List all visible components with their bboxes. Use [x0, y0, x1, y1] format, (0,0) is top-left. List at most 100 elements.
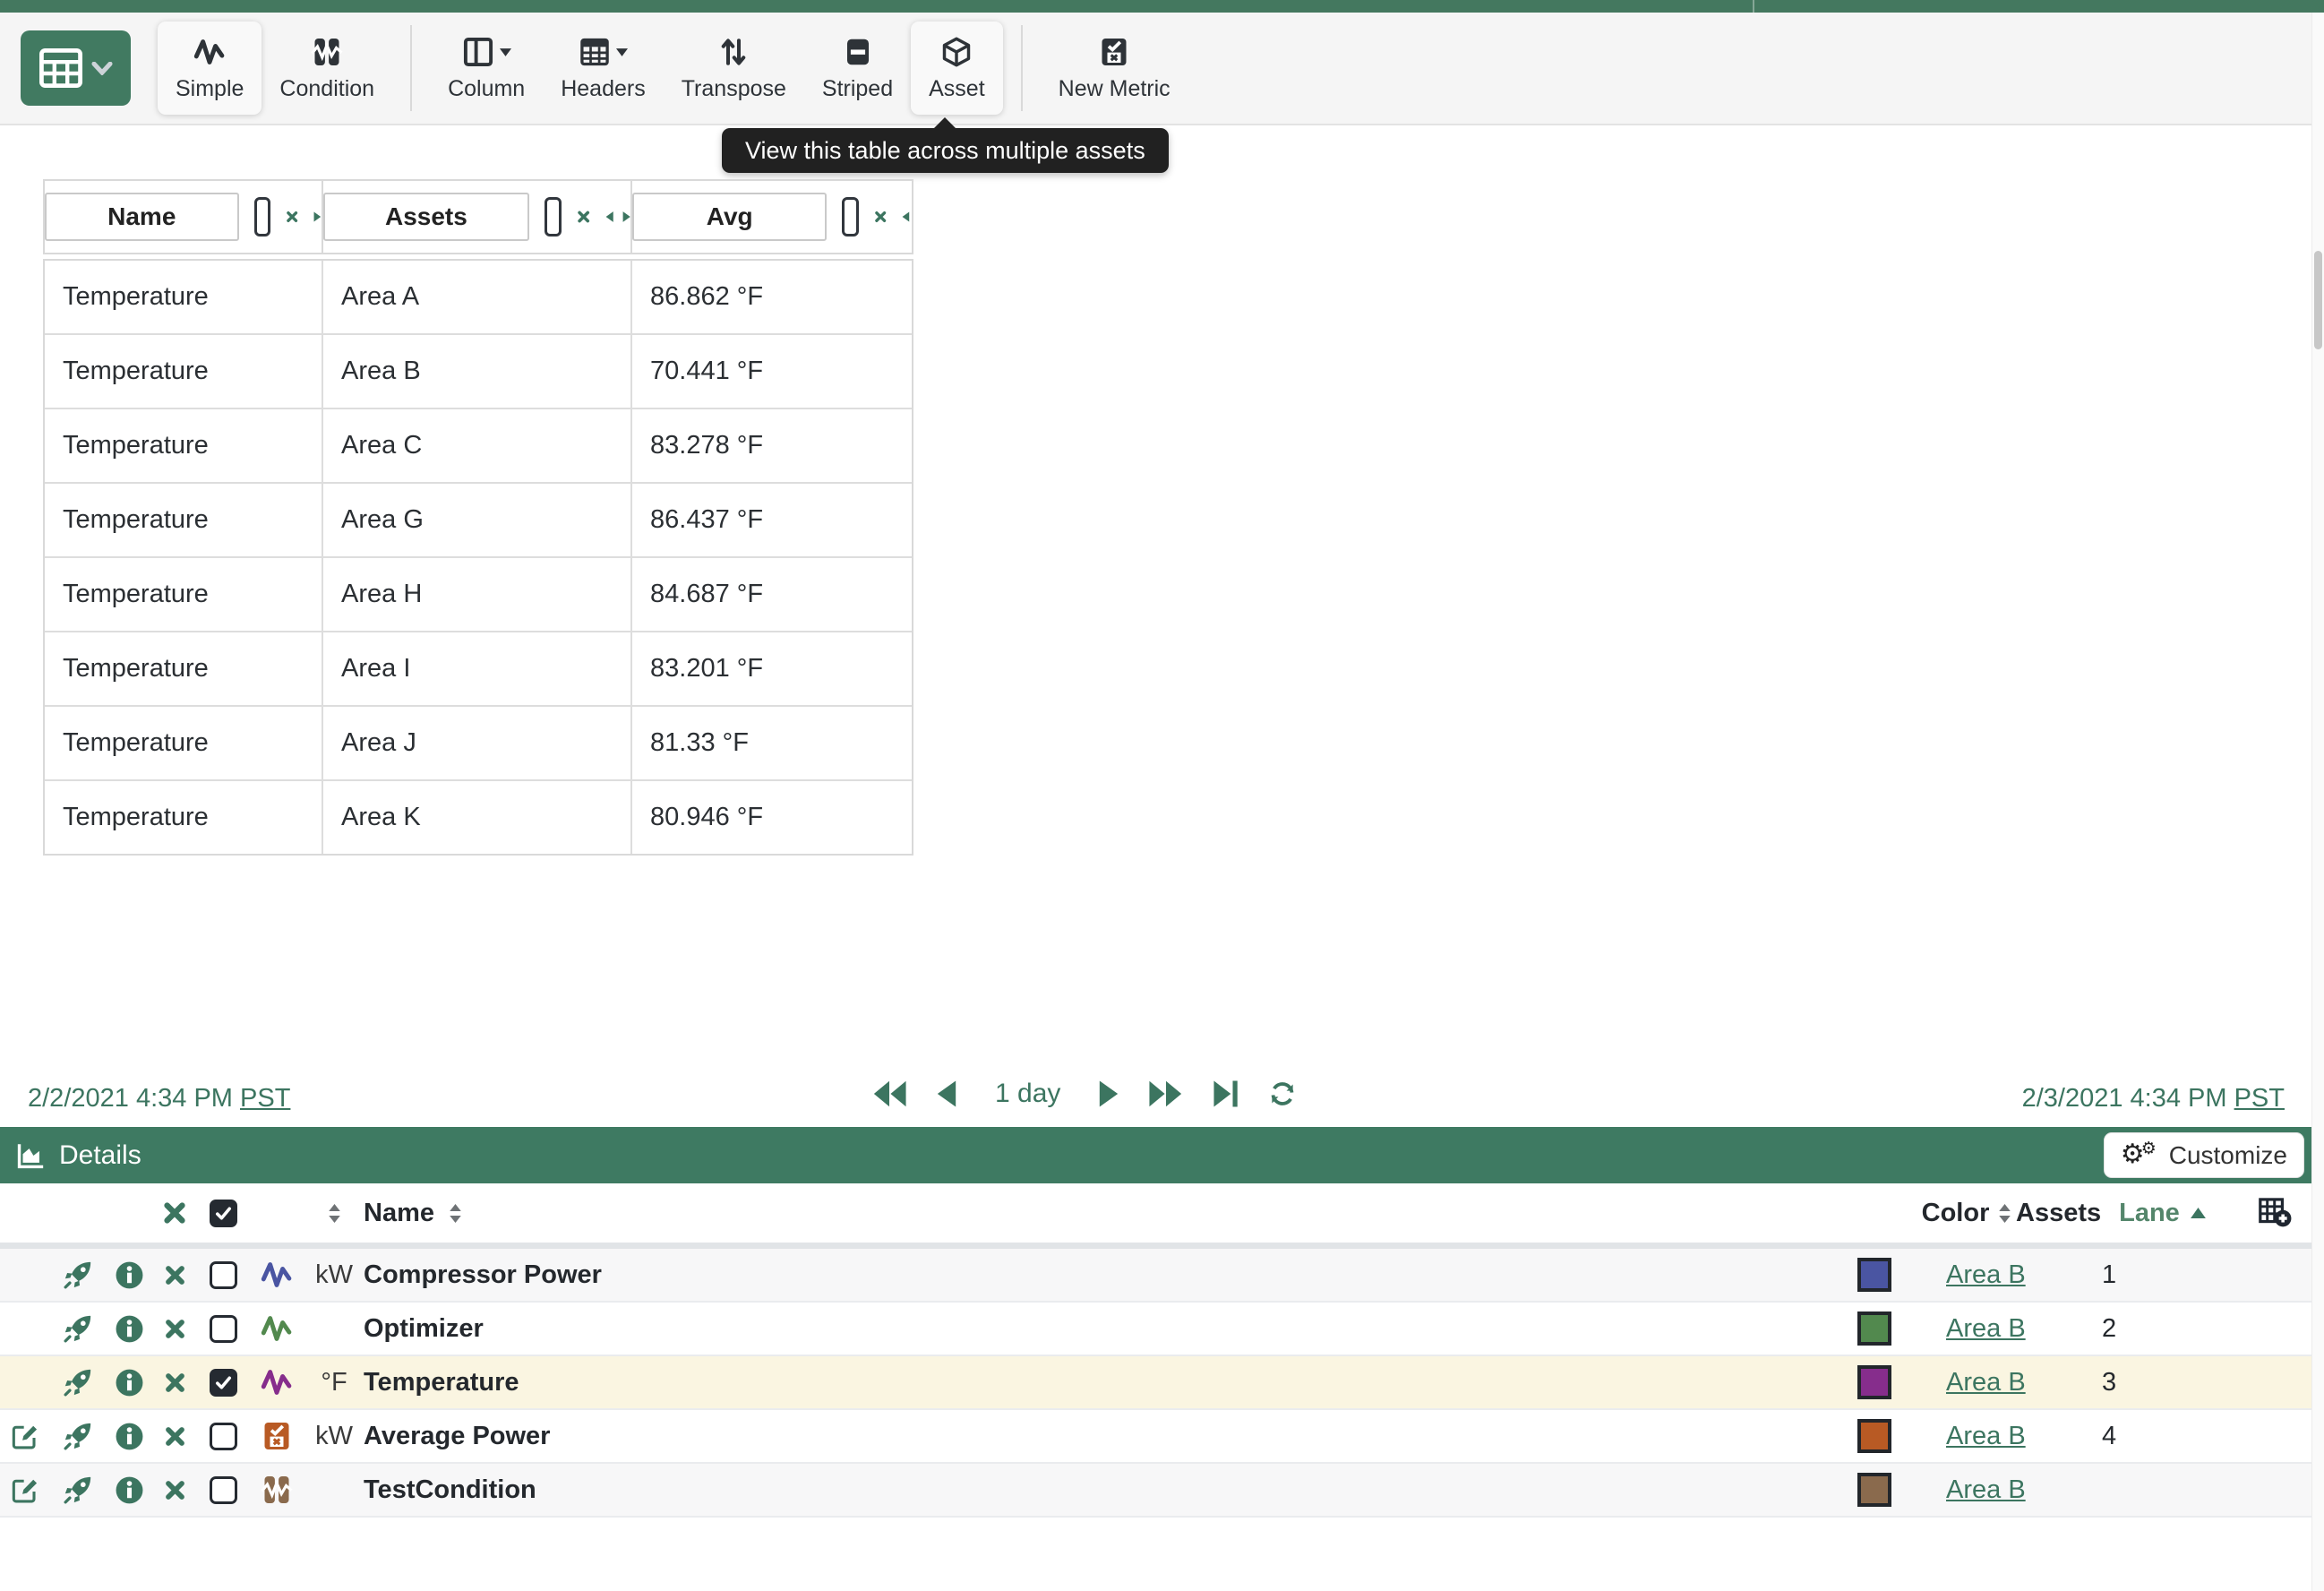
row-checkbox[interactable]	[210, 1423, 237, 1450]
chevron-down-icon	[91, 62, 113, 75]
toolbar-button-label: New Metric	[1059, 76, 1171, 102]
display-range-end: 2/3/2021 4:34 PM PST	[2022, 1084, 2285, 1114]
toolbar-button-striped[interactable]: Striped	[804, 22, 911, 115]
toolbar-button-headers[interactable]: Headers	[543, 22, 664, 115]
cell-name: Temperature	[45, 261, 323, 333]
row-checkbox[interactable]	[210, 1261, 237, 1289]
asset-button-tooltip: View this table across multiple assets	[722, 128, 1169, 173]
step-forward-full-button[interactable]	[1148, 1079, 1184, 1108]
asset-link[interactable]: Area B	[1946, 1260, 2026, 1290]
step-back-full-button[interactable]	[871, 1079, 907, 1108]
info-icon[interactable]	[116, 1315, 143, 1343]
asset-link[interactable]: Area B	[1946, 1475, 2026, 1505]
info-icon[interactable]	[116, 1423, 143, 1450]
move-column-right-icon[interactable]	[622, 206, 630, 228]
toolbar-button-new-metric[interactable]: New Metric	[1041, 22, 1188, 115]
scrollbar-thumb[interactable]	[2314, 251, 2322, 349]
new-metric-icon	[1098, 36, 1130, 68]
check-icon	[214, 1204, 233, 1223]
asset-cube-icon	[940, 36, 973, 68]
row-checkbox[interactable]	[210, 1369, 237, 1397]
remove-item-icon[interactable]	[164, 1318, 186, 1340]
step-back-half-button[interactable]	[936, 1079, 957, 1108]
color-swatch[interactable]	[1857, 1312, 1891, 1346]
toolbar-button-asset[interactable]: Asset	[911, 22, 1003, 115]
toolbar-button-transpose[interactable]: Transpose	[664, 22, 804, 115]
sort-icon[interactable]	[449, 1203, 462, 1224]
details-row-optimizer: Optimizer Area B 2	[0, 1303, 2311, 1356]
cell-assets: Area B	[323, 335, 632, 408]
asset-link[interactable]: Area B	[1946, 1422, 2026, 1451]
auto-update-button[interactable]	[1267, 1079, 1298, 1109]
toolbar-button-condition[interactable]: Condition	[262, 22, 392, 115]
lane-value: 4	[2097, 1422, 2222, 1451]
row-checkbox[interactable]	[210, 1315, 237, 1343]
select-all-checkbox[interactable]	[210, 1200, 237, 1227]
table-view-menu-button[interactable]	[21, 30, 131, 106]
scrollbar-track[interactable]	[2311, 13, 2324, 1591]
add-column-icon[interactable]	[2258, 1196, 2292, 1228]
timezone-link[interactable]: PST	[240, 1084, 290, 1113]
toolbar-button-label: Condition	[279, 76, 374, 102]
step-forward-half-button[interactable]	[1098, 1079, 1119, 1108]
edit-icon[interactable]	[11, 1422, 39, 1450]
move-column-left-icon[interactable]	[605, 206, 613, 228]
toolbar-button-simple[interactable]: Simple	[158, 22, 262, 115]
remove-item-icon[interactable]	[164, 1372, 186, 1394]
info-icon[interactable]	[116, 1261, 143, 1289]
timezone-link[interactable]: PST	[2234, 1084, 2285, 1113]
column-checkbox[interactable]	[545, 197, 562, 236]
cell-assets: Area J	[323, 707, 632, 779]
column-checkbox[interactable]	[842, 197, 858, 236]
color-swatch[interactable]	[1857, 1473, 1891, 1507]
rocket-icon[interactable]	[63, 1260, 93, 1290]
remove-column-icon[interactable]	[874, 204, 887, 229]
table-row: Temperature Area C 83.278 °F	[45, 409, 912, 484]
edit-icon[interactable]	[11, 1475, 39, 1504]
rocket-icon[interactable]	[63, 1367, 93, 1398]
customize-button[interactable]: ⚙⚙ Customize	[2104, 1132, 2304, 1178]
move-column-left-icon[interactable]	[902, 206, 910, 228]
cell-avg: 84.687 °F	[632, 558, 910, 631]
header-lane-sort[interactable]: Lane	[2119, 1199, 2206, 1228]
asset-link[interactable]: Area B	[1946, 1368, 2026, 1398]
row-checkbox[interactable]	[210, 1476, 237, 1504]
remove-column-icon[interactable]	[286, 204, 298, 229]
step-to-now-button[interactable]	[1213, 1079, 1239, 1108]
refresh-icon	[1267, 1079, 1298, 1109]
color-swatch[interactable]	[1857, 1419, 1891, 1453]
remove-column-icon[interactable]	[577, 204, 590, 229]
arrow-to-end-icon	[1213, 1079, 1239, 1108]
color-swatch[interactable]	[1857, 1365, 1891, 1399]
remove-all-icon[interactable]	[162, 1200, 187, 1226]
toolbar-button-column[interactable]: Column	[430, 22, 543, 115]
cell-assets: Area K	[323, 781, 632, 854]
remove-item-icon[interactable]	[164, 1425, 186, 1448]
info-icon[interactable]	[116, 1369, 143, 1397]
column-checkbox[interactable]	[254, 197, 270, 236]
remove-item-icon[interactable]	[164, 1479, 186, 1501]
duration-label[interactable]: 1 day	[995, 1079, 1060, 1109]
signal-icon	[261, 1366, 293, 1398]
rocket-icon[interactable]	[63, 1475, 93, 1505]
details-panel-header: Details ⚙⚙ Customize	[0, 1127, 2311, 1183]
move-column-right-icon[interactable]	[313, 206, 322, 228]
condition-icon	[311, 36, 343, 68]
column-name-input[interactable]	[323, 193, 529, 241]
asset-link[interactable]: Area B	[1946, 1314, 2026, 1344]
info-icon[interactable]	[116, 1476, 143, 1504]
details-title: Details	[0, 1140, 141, 1171]
column-name-input[interactable]	[632, 193, 827, 241]
details-table-header: Name Color Assets Lane	[0, 1183, 2311, 1249]
rocket-icon[interactable]	[63, 1421, 93, 1451]
remove-item-icon[interactable]	[164, 1264, 186, 1286]
signal-icon	[261, 1259, 293, 1291]
table-row: Temperature Area I 83.201 °F	[45, 632, 912, 707]
toolbar-button-label: Headers	[561, 76, 646, 102]
sort-icon[interactable]	[1998, 1203, 2011, 1224]
rocket-icon[interactable]	[63, 1313, 93, 1344]
color-swatch[interactable]	[1857, 1258, 1891, 1292]
cell-avg: 86.437 °F	[632, 484, 910, 556]
sort-icon[interactable]	[328, 1203, 341, 1224]
column-name-input[interactable]	[45, 193, 239, 241]
